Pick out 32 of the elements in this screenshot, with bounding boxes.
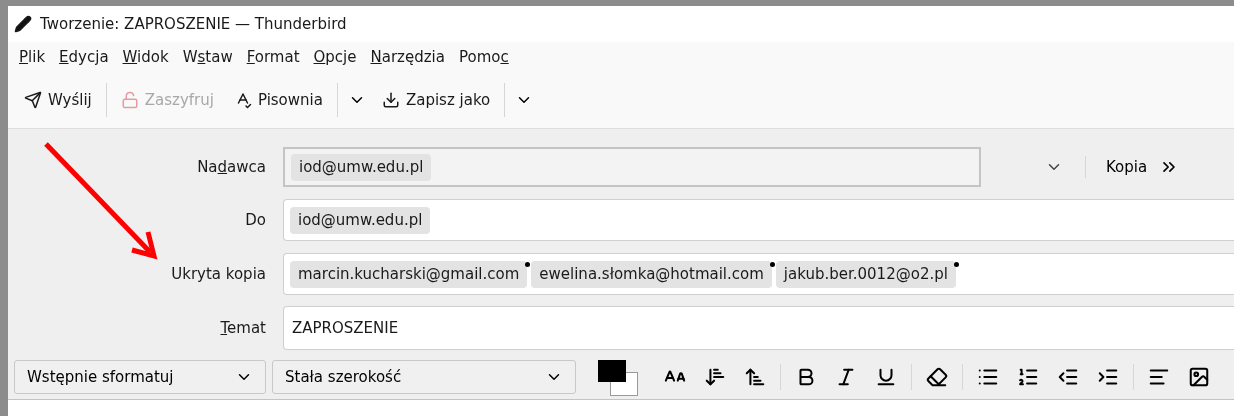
cc-button[interactable]: Kopia xyxy=(1098,158,1156,176)
address-chip: marcin.kucharski@gmail.com xyxy=(290,260,528,288)
menu-item[interactable]: Widok xyxy=(117,48,174,66)
save-button[interactable]: Zapisz jako xyxy=(373,85,499,115)
menu-item[interactable]: Wstaw xyxy=(177,48,238,66)
address-chip: jakub.ber.0012@o2.pl xyxy=(775,260,956,288)
recipient-field[interactable]: iod@umw.edu.pl xyxy=(283,199,1234,241)
window-title: Tworzenie: ZAPROSZENIE — Thunderbird xyxy=(40,15,347,33)
menu-item[interactable]: Format xyxy=(241,48,305,66)
field-label: Temat xyxy=(219,319,267,337)
encrypt-icon xyxy=(120,91,139,109)
address-chip: iod@umw.edu.pl xyxy=(291,153,432,181)
address-chip: iod@umw.edu.pl xyxy=(290,206,431,234)
menu-item[interactable]: Pomoc xyxy=(453,48,514,66)
address-chip: ewelina.słomka@hotmail.com xyxy=(531,260,772,288)
recipient-field[interactable]: marcin.kucharski@gmail.com ewelina.słomka@hotmail.com jakub.ber.0012@o2.pl xyxy=(283,253,1234,295)
send-icon xyxy=(24,91,42,109)
menu-item[interactable]: Opcje xyxy=(308,48,362,66)
menu-item[interactable]: Edycja xyxy=(54,48,114,66)
subject-field[interactable]: ZAPROSZENIE xyxy=(283,306,1234,350)
field-label: Nadawca xyxy=(196,158,267,176)
send-button[interactable]: Wyślij xyxy=(16,85,100,115)
field-label: Ukryta kopia xyxy=(170,265,267,283)
pencil-icon xyxy=(14,15,32,33)
paragraph-select[interactable]: Wstępnie sformatuj xyxy=(14,360,266,394)
sender-field[interactable]: iod@umw.edu.pl xyxy=(283,147,981,187)
field-label: Do xyxy=(244,211,267,229)
spell-button[interactable]: Pisownia xyxy=(225,85,331,115)
menu-item[interactable]: Narzędzia xyxy=(365,48,450,66)
save-icon xyxy=(381,91,400,109)
menu-item[interactable]: Plik xyxy=(14,48,51,66)
font-select[interactable]: Stała szerokość xyxy=(272,360,576,394)
